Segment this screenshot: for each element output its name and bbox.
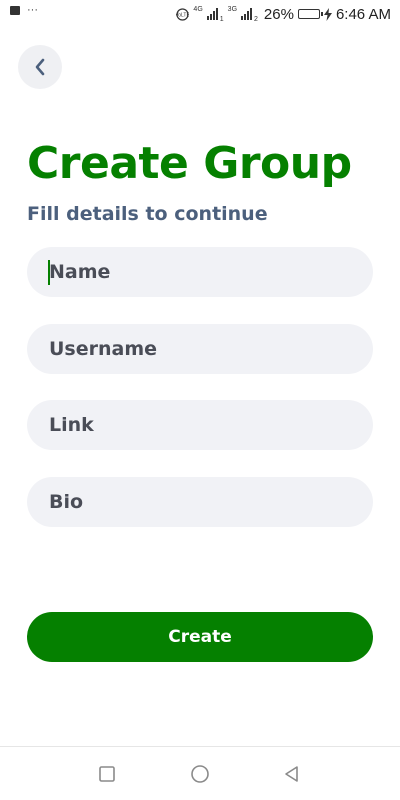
create-button[interactable]: Create (27, 612, 373, 662)
network-type-4g: 4G (193, 6, 203, 13)
chevron-left-icon (35, 58, 45, 76)
home-button[interactable] (185, 759, 215, 789)
charging-bolt-icon (323, 7, 332, 21)
page-title: Create Group (27, 138, 352, 189)
bio-input[interactable] (27, 477, 373, 527)
status-right: VoLTE 4G 1 3G 2 26% 6:46 AM (176, 5, 391, 24)
status-clock: 6:46 AM (335, 5, 391, 23)
link-input[interactable] (27, 400, 373, 450)
signal-strength-sim1-icon (206, 8, 218, 20)
name-input[interactable] (27, 247, 373, 297)
battery-percentage: 26% (263, 5, 294, 23)
signal-strength-sim2-icon (241, 8, 253, 20)
create-group-screen: ··· VoLTE 4G 1 3G 2 26% 6:46 AM Create G… (0, 0, 400, 800)
battery-icon (297, 9, 323, 19)
more-notifications-indicator: ··· (27, 4, 38, 16)
link-field-container (27, 400, 373, 450)
username-input[interactable] (27, 324, 373, 374)
network-type-3g: 3G (227, 6, 238, 13)
sim1-label: 1 (219, 16, 224, 23)
text-cursor (48, 260, 50, 285)
status-bar: ··· VoLTE 4G 1 3G 2 26% 6:46 AM (0, 0, 400, 28)
circle-icon (191, 765, 209, 783)
bio-field-container (27, 477, 373, 527)
status-left: ··· (10, 4, 38, 16)
back-button[interactable] (18, 45, 62, 89)
gallery-notification-icon (10, 5, 20, 15)
system-navigation-bar (0, 746, 400, 800)
name-field-container (27, 247, 373, 297)
square-icon (99, 766, 115, 782)
recents-button[interactable] (92, 759, 122, 789)
system-back-button[interactable] (277, 759, 307, 789)
svg-text:VoLTE: VoLTE (176, 12, 189, 18)
triangle-back-icon (285, 766, 298, 782)
username-field-container (27, 324, 373, 374)
sim2-label: 2 (254, 16, 258, 23)
page-subtitle: Fill details to continue (27, 203, 268, 225)
volte-icon: VoLTE (176, 7, 189, 21)
